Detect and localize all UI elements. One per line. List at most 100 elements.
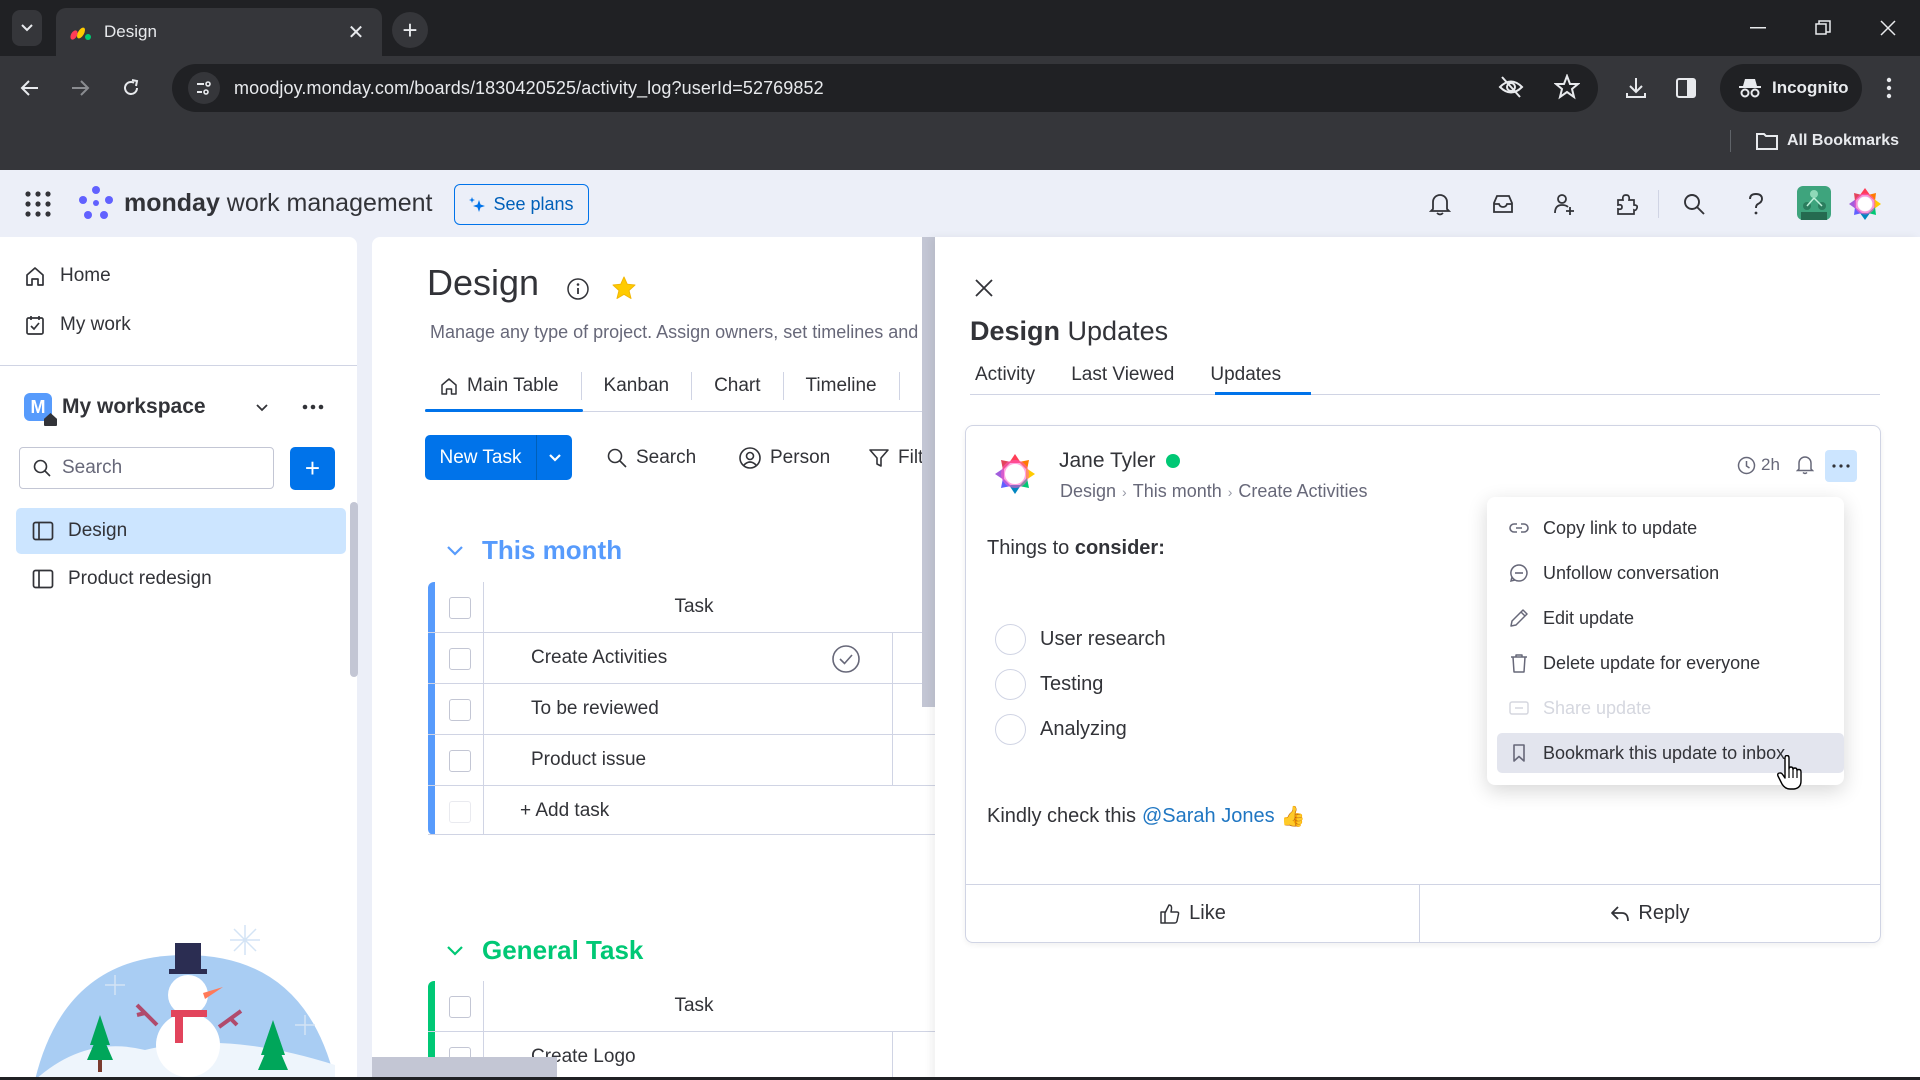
row-checkbox[interactable] <box>449 699 471 721</box>
close-tab-icon[interactable]: ✕ <box>344 20 368 45</box>
menu-item-unfollow[interactable]: Unfollow conversation <box>1497 553 1844 593</box>
sidebar-item-my-work[interactable]: My work <box>24 305 324 345</box>
row-checkbox[interactable] <box>449 648 471 670</box>
group-header-general-task[interactable]: General Task <box>446 935 643 966</box>
close-panel-icon[interactable] <box>970 274 998 302</box>
invite-member-icon[interactable] <box>1546 188 1582 220</box>
person-filter-button[interactable]: Person <box>738 442 830 474</box>
breadcrumb-item[interactable]: Design <box>1060 481 1116 502</box>
menu-item-copy-link[interactable]: Copy link to update <box>1497 508 1844 548</box>
star-bookmark-icon[interactable] <box>1554 74 1580 100</box>
author-avatar[interactable] <box>993 452 1037 496</box>
checklist-item[interactable]: Analyzing <box>995 712 1127 746</box>
user-mention-link[interactable]: @Sarah Jones <box>1142 805 1275 828</box>
minimize-icon[interactable] <box>1738 8 1778 48</box>
notifications-bell-icon[interactable] <box>1422 188 1458 220</box>
filter-button[interactable]: Filter <box>868 442 922 474</box>
back-button[interactable] <box>12 68 48 108</box>
sidebar-board-design[interactable]: Design <box>16 508 346 554</box>
checklist-item[interactable]: User research <box>995 622 1166 656</box>
table-row[interactable]: Create Activities <box>428 633 935 684</box>
checklist-circle[interactable] <box>995 623 1026 655</box>
browser-menu-button[interactable] <box>1871 68 1907 108</box>
workspace-chevron-down-icon[interactable] <box>250 395 274 419</box>
panel-tab-activity[interactable]: Activity <box>975 364 1035 386</box>
view-tab-main-table[interactable]: Main Table <box>425 372 582 400</box>
group-title[interactable]: General Task <box>482 935 643 966</box>
breadcrumb-item[interactable]: This month <box>1133 481 1222 502</box>
select-all-checkbox[interactable] <box>449 597 471 619</box>
url-text[interactable]: moodjoy.monday.com/boards/1830420525/act… <box>234 78 824 99</box>
add-task-row[interactable]: + Add task <box>428 786 935 835</box>
reply-button[interactable]: Reply <box>1420 885 1880 942</box>
info-icon[interactable] <box>566 277 590 301</box>
task-name[interactable]: Create Activities <box>531 647 667 669</box>
menu-item-edit[interactable]: Edit update <box>1497 598 1844 638</box>
browser-tab[interactable]: Design ✕ <box>56 8 382 56</box>
menu-item-delete[interactable]: Delete update for everyone <box>1497 643 1844 683</box>
task-name[interactable]: Product issue <box>531 749 646 771</box>
board-vertical-scrollbar[interactable] <box>922 237 935 707</box>
column-header-task[interactable]: Task <box>484 596 904 618</box>
help-icon[interactable] <box>1738 188 1774 220</box>
update-bell-icon[interactable] <box>1796 455 1818 479</box>
incognito-badge[interactable]: Incognito <box>1720 64 1862 112</box>
sidebar-scrollbar[interactable] <box>350 502 358 677</box>
check-circle-icon[interactable] <box>831 644 861 674</box>
all-bookmarks-button[interactable]: All Bookmarks <box>1755 126 1899 156</box>
apps-marketplace-icon[interactable] <box>1608 188 1644 220</box>
restore-icon[interactable] <box>1803 8 1843 48</box>
site-info-icon[interactable] <box>188 72 220 104</box>
search-icon[interactable] <box>1676 188 1712 220</box>
breadcrumb-item[interactable]: Create Activities <box>1238 481 1367 502</box>
workspace-more-icon[interactable] <box>298 395 328 419</box>
favorite-star-icon[interactable] <box>611 275 637 301</box>
like-button[interactable]: Like <box>966 885 1419 942</box>
task-name[interactable]: To be reviewed <box>531 698 659 720</box>
inbox-icon[interactable] <box>1485 188 1521 220</box>
checklist-circle[interactable] <box>995 668 1026 700</box>
see-plans-button[interactable]: See plans <box>454 184 589 225</box>
checklist-item[interactable]: Testing <box>995 667 1103 701</box>
chevron-down-icon[interactable] <box>446 545 464 556</box>
side-panel-button[interactable] <box>1668 68 1704 108</box>
update-more-options-button[interactable] <box>1825 450 1857 482</box>
reload-button[interactable] <box>113 68 149 108</box>
account-avatar[interactable] <box>1797 186 1831 220</box>
close-window-icon[interactable] <box>1868 8 1908 48</box>
new-task-label[interactable]: New Task <box>425 435 536 480</box>
group-title[interactable]: This month <box>482 535 622 566</box>
checklist-circle[interactable] <box>995 713 1026 745</box>
sidebar-item-home[interactable]: Home <box>24 256 324 296</box>
view-tab-timeline[interactable]: Timeline <box>784 372 900 400</box>
group-header-this-month[interactable]: This month <box>446 535 622 566</box>
new-task-button[interactable]: New Task <box>425 435 572 480</box>
table-row[interactable]: To be reviewed <box>428 684 935 735</box>
new-tab-button[interactable]: + <box>392 12 428 48</box>
chevron-down-icon[interactable] <box>446 945 464 956</box>
view-tab-chart[interactable]: Chart <box>692 372 784 400</box>
workspace-selector[interactable]: M My workspace <box>24 390 324 426</box>
add-board-button[interactable]: + <box>290 447 335 490</box>
forward-button[interactable] <box>62 68 98 108</box>
add-task-button[interactable]: + Add task <box>520 800 609 822</box>
user-avatar[interactable] <box>1847 186 1883 222</box>
eye-off-icon[interactable] <box>1498 74 1524 100</box>
apps-grid-icon[interactable] <box>24 190 52 218</box>
author-name[interactable]: Jane Tyler <box>1059 449 1180 473</box>
select-all-checkbox[interactable] <box>449 996 471 1018</box>
brand-logo[interactable]: monday work management <box>78 185 432 221</box>
downloads-button[interactable] <box>1618 68 1654 108</box>
table-row[interactable]: Product issue <box>428 735 935 786</box>
tab-search-button[interactable] <box>12 10 42 46</box>
sidebar-board-product-redesign[interactable]: Product redesign <box>16 556 346 602</box>
panel-tab-updates[interactable]: Updates <box>1210 364 1281 386</box>
row-checkbox[interactable] <box>449 750 471 772</box>
sidebar-search-input[interactable]: Search <box>19 447 274 489</box>
board-title[interactable]: Design <box>427 262 539 304</box>
view-tab-kanban[interactable]: Kanban <box>582 372 693 400</box>
panel-tab-last-viewed[interactable]: Last Viewed <box>1071 364 1174 386</box>
board-search-button[interactable]: Search <box>606 442 696 474</box>
column-header-task[interactable]: Task <box>484 995 904 1017</box>
address-bar[interactable]: moodjoy.monday.com/boards/1830420525/act… <box>172 64 1598 112</box>
